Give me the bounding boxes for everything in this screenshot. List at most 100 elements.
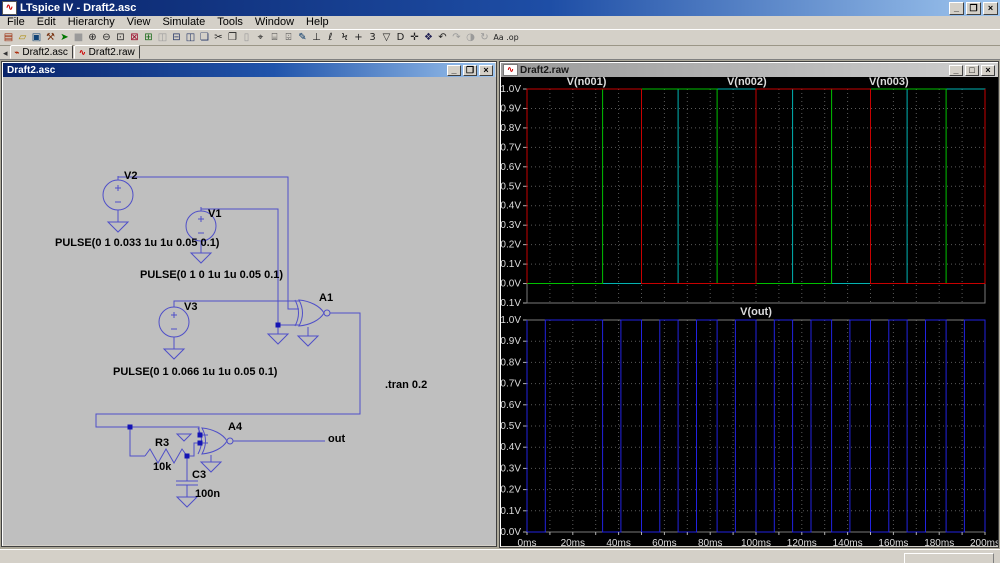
new-schematic-button[interactable]: ▤ <box>2 31 15 44</box>
netlist-button[interactable]: ⊞ <box>142 31 155 44</box>
control-panel-button[interactable]: ⚒ <box>44 31 57 44</box>
a1-ref-label[interactable]: A1 <box>319 292 333 304</box>
x-tick-label: 60ms <box>652 538 676 546</box>
ground-symbol-a1-input[interactable] <box>268 334 288 344</box>
mirror-button[interactable]: ◑ <box>464 31 477 44</box>
print-setup-button[interactable]: ⌸ <box>268 31 281 44</box>
c3-value-label[interactable]: 100n <box>195 488 220 500</box>
tab-draft2-asc[interactable]: ⌁Draft2.asc <box>10 45 73 59</box>
net-label-button[interactable]: ℓ <box>324 31 337 44</box>
text-button[interactable]: Aa <box>492 31 505 44</box>
resistor-button[interactable]: Ϟ <box>338 31 351 44</box>
tile-vertical-button[interactable]: ◫ <box>184 31 197 44</box>
bom-button[interactable]: ◫ <box>156 31 169 44</box>
tile-horizontal-button[interactable]: ⊟ <box>170 31 183 44</box>
ground-symbol-a1-com[interactable] <box>298 336 318 346</box>
drag-button[interactable]: ❖ <box>422 31 435 44</box>
schematic-title-bar[interactable]: Draft2.asc _ ❐ × <box>3 63 495 77</box>
menu-simulate[interactable]: Simulate <box>156 16 211 29</box>
schematic-close-button[interactable]: × <box>479 65 493 76</box>
capacitor-c3[interactable] <box>176 481 198 485</box>
menu-bar: FileEditHierarchyViewSimulateToolsWindow… <box>0 16 1000 29</box>
component-button[interactable]: D <box>394 31 407 44</box>
save-button[interactable]: ▣ <box>30 31 43 44</box>
y-tick-label: 0.7V <box>501 379 521 390</box>
menu-file[interactable]: File <box>1 16 31 29</box>
zoom-out-button[interactable]: ⊖ <box>100 31 113 44</box>
legend-vn002[interactable]: V(n002) <box>727 77 767 88</box>
open-button[interactable]: ▱ <box>16 31 29 44</box>
toolbar: ▤▱▣⚒➤■⊕⊖⊡⊠⊞◫⊟◫❏✂❐▯⌖⌸⌹✎⊥ℓϞ+3▽D✛❖↶↷◑↻Aa.op <box>0 29 1000 46</box>
spice-directive-button[interactable]: .op <box>506 31 519 44</box>
schematic-tab-icon: ⌁ <box>15 48 20 57</box>
menu-hierarchy[interactable]: Hierarchy <box>62 16 121 29</box>
ground-button[interactable]: ⊥ <box>310 31 323 44</box>
waveform-title-bar[interactable]: ∿ Draft2.raw _ □ × <box>501 63 997 77</box>
redo-button[interactable]: ↷ <box>450 31 463 44</box>
find-button[interactable]: ⌖ <box>254 31 267 44</box>
diode-button[interactable]: ▽ <box>380 31 393 44</box>
waveform-minimize-button[interactable]: _ <box>949 65 963 76</box>
menu-tools[interactable]: Tools <box>211 16 249 29</box>
v3-value-label[interactable]: PULSE(0 1 0.066 1u 1u 0.05 0.1) <box>113 366 278 378</box>
wire-button[interactable]: ✎ <box>296 31 309 44</box>
copy-button[interactable]: ❐ <box>226 31 239 44</box>
out-net-label[interactable]: out <box>328 433 345 445</box>
v1-ref-label[interactable]: V1 <box>208 208 221 220</box>
main-close-button[interactable]: × <box>983 2 998 15</box>
menu-window[interactable]: Window <box>249 16 300 29</box>
ground-symbol-v1[interactable] <box>191 253 211 263</box>
y-tick-label: 0.5V <box>501 181 521 192</box>
ground-symbol-c3[interactable] <box>177 497 197 507</box>
main-title-bar[interactable]: ∿ LTspice IV - Draft2.asc _ ❐ × <box>0 0 1000 16</box>
tab-label: Draft2.asc <box>22 47 68 58</box>
schematic-restore-button[interactable]: ❐ <box>463 65 477 76</box>
c3-ref-label[interactable]: C3 <box>192 469 206 481</box>
y-tick-label: 0.2V <box>501 240 521 251</box>
tab-scroll-left-icon[interactable]: ◂ <box>1 48 10 59</box>
capacitor-button[interactable]: + <box>352 31 365 44</box>
x-tick-label: 160ms <box>878 538 908 546</box>
zoom-area-button[interactable]: ⊠ <box>128 31 141 44</box>
inductor-button[interactable]: 3 <box>366 31 379 44</box>
v2-ref-label[interactable]: V2 <box>124 170 137 182</box>
v1-value-label[interactable]: PULSE(0 1 0 1u 1u 0.05 0.1) <box>140 269 283 281</box>
menu-view[interactable]: View <box>121 16 157 29</box>
v3-ref-label[interactable]: V3 <box>184 301 197 313</box>
cascade-button[interactable]: ❏ <box>198 31 211 44</box>
r3-value-label[interactable]: 10k <box>153 461 172 473</box>
main-minimize-button[interactable]: _ <box>949 2 964 15</box>
waveform-close-button[interactable]: × <box>981 65 995 76</box>
main-restore-button[interactable]: ❐ <box>966 2 981 15</box>
y-tick-label: 0.8V <box>501 357 521 368</box>
schematic-canvas[interactable]: V2 V1 V3 PULSE(0 1 0.033 1u 1u 0.05 0.1)… <box>3 77 496 545</box>
app-icon: ∿ <box>2 1 17 15</box>
legend-vn001[interactable]: V(n001) <box>567 77 607 88</box>
ground-symbol-a4-input[interactable] <box>177 434 191 441</box>
run-button[interactable]: ➤ <box>58 31 71 44</box>
paste-button[interactable]: ▯ <box>240 31 253 44</box>
rotate-button[interactable]: ↻ <box>478 31 491 44</box>
legend-vout[interactable]: V(out) <box>740 306 772 318</box>
print-button[interactable]: ⌹ <box>282 31 295 44</box>
zoom-extents-button[interactable]: ⊡ <box>114 31 127 44</box>
ground-symbol-v2[interactable] <box>108 222 128 232</box>
waveform-window: ∿ Draft2.raw _ □ × 1.0V0.9V0.8V0.7V0.6V0… <box>499 61 999 548</box>
legend-vn003[interactable]: V(n003) <box>869 77 909 88</box>
ground-symbol-v3[interactable] <box>164 349 184 359</box>
schematic-minimize-button[interactable]: _ <box>447 65 461 76</box>
undo-button[interactable]: ↶ <box>436 31 449 44</box>
halt-button[interactable]: ■ <box>72 31 85 44</box>
cut-button[interactable]: ✂ <box>212 31 225 44</box>
waveform-maximize-button[interactable]: □ <box>965 65 979 76</box>
menu-help[interactable]: Help <box>300 16 335 29</box>
tran-directive-label[interactable]: .tran 0.2 <box>385 379 427 391</box>
zoom-in-button[interactable]: ⊕ <box>86 31 99 44</box>
move-button[interactable]: ✛ <box>408 31 421 44</box>
r3-ref-label[interactable]: R3 <box>155 437 169 449</box>
a4-ref-label[interactable]: A4 <box>228 421 243 433</box>
waveform-plot-area[interactable]: 1.0V0.9V0.8V0.7V0.6V0.5V0.4V0.3V0.2V0.1V… <box>501 77 998 546</box>
v2-value-label[interactable]: PULSE(0 1 0.033 1u 1u 0.05 0.1) <box>55 237 220 249</box>
tab-draft2-raw[interactable]: ∿Draft2.raw <box>74 45 140 59</box>
menu-edit[interactable]: Edit <box>31 16 62 29</box>
